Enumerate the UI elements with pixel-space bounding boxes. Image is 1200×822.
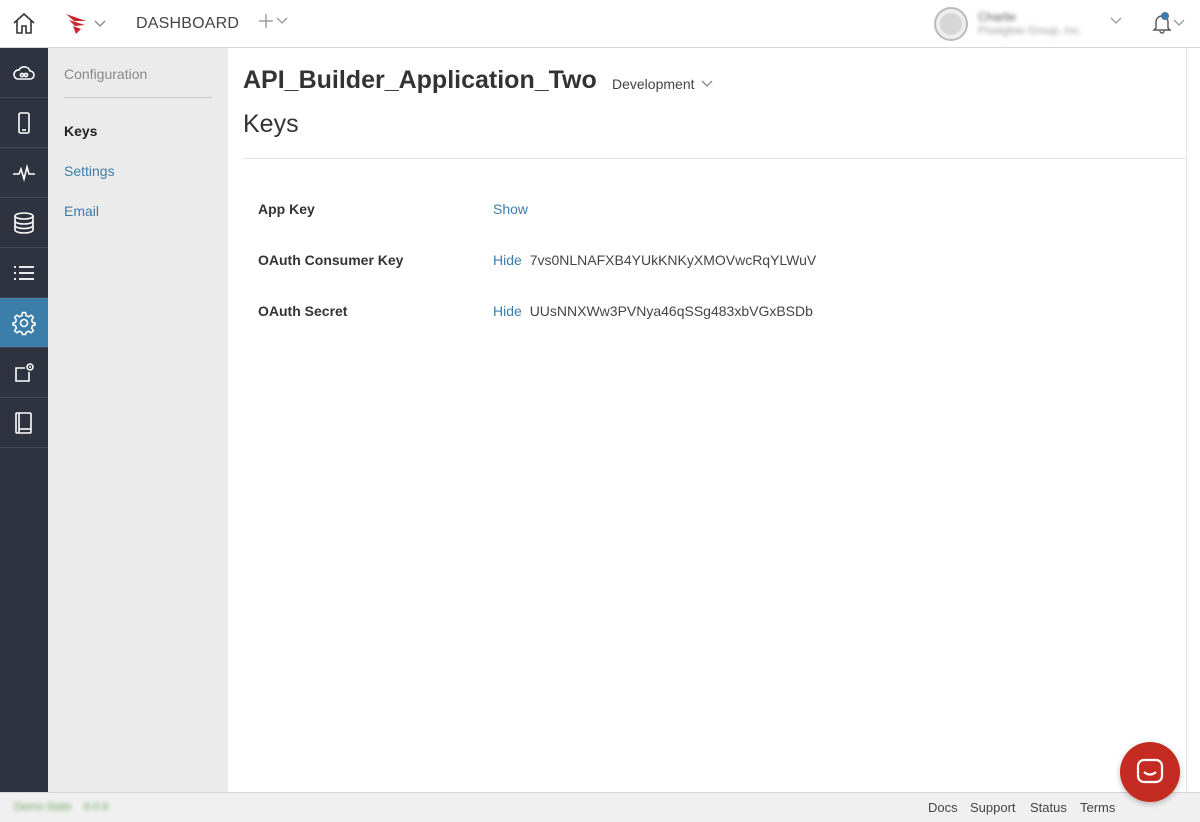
footer-link-support[interactable]: Support (970, 800, 1016, 815)
cloud-icon (13, 65, 35, 80)
key-label: OAuth Secret (258, 303, 348, 319)
brand-logo-icon (66, 14, 86, 34)
user-name: Charlie (978, 10, 1017, 24)
divider (243, 158, 1186, 159)
sidebar-item-keys[interactable]: Keys (64, 123, 97, 139)
user-org: Pixelglow Group, Inc. (978, 25, 1082, 37)
brand-logo-menu[interactable] (64, 12, 106, 36)
gear-icon (12, 311, 36, 335)
rail-database[interactable] (0, 198, 48, 248)
rail-docs[interactable] (0, 398, 48, 448)
rail-settings[interactable] (0, 298, 48, 348)
book-icon (15, 411, 32, 434)
key-label: OAuth Consumer Key (258, 252, 404, 268)
top-bar: DASHBOARD Charlie Pixelglow Group, Inc. (48, 0, 1200, 48)
version-text: 6.0.9 (83, 801, 109, 813)
rail-mobile[interactable] (0, 98, 48, 148)
key-text: 7vs0NLNAFXB4YUkKNKyXMOVwcRqYLWuV (529, 252, 817, 268)
environment-dropdown[interactable]: Development (612, 76, 713, 92)
rail-analytics[interactable] (0, 148, 48, 198)
key-value: Show (493, 201, 532, 217)
avatar (934, 7, 968, 41)
show-key-button[interactable]: Show (493, 201, 528, 217)
sidebar-item-email[interactable]: Email (64, 203, 99, 219)
dashboard-link[interactable]: DASHBOARD (136, 15, 239, 33)
key-label: App Key (258, 201, 315, 217)
user-menu[interactable]: Charlie Pixelglow Group, Inc. (934, 7, 1122, 41)
chevron-down-icon (1173, 19, 1185, 26)
rail-new-window[interactable] (0, 348, 48, 398)
footer-link-docs[interactable]: Docs (928, 800, 958, 815)
icon-rail (0, 0, 48, 822)
footer: Demo Stats 6.0.9 Docs Support Status Ter… (0, 792, 1200, 822)
rail-home[interactable] (0, 0, 48, 48)
rail-list[interactable] (0, 248, 48, 298)
chat-launcher-button[interactable] (1120, 742, 1180, 802)
mobile-icon (18, 111, 30, 134)
database-icon (14, 211, 34, 234)
chevron-down-icon (94, 20, 106, 27)
key-value: Hide UUsNNXWw3PVNya46qSSg483xbVGxBSDb (493, 303, 813, 319)
add-menu-button[interactable] (258, 13, 288, 29)
footer-link-status[interactable]: Status (1030, 800, 1067, 815)
chat-icon (1136, 758, 1164, 784)
divider (64, 97, 212, 98)
plus-icon (259, 14, 273, 28)
environment-label: Development (612, 76, 695, 92)
notifications-button[interactable] (1152, 12, 1185, 34)
footer-status: Demo Stats 6.0.9 (14, 801, 108, 813)
status-text: Demo Stats (14, 801, 72, 813)
chevron-down-icon (1110, 17, 1122, 24)
hide-key-button[interactable]: Hide (493, 252, 522, 268)
key-value: Hide 7vs0NLNAFXB4YUkKNKyXMOVwcRqYLWuV (493, 252, 816, 268)
list-icon (14, 265, 34, 280)
home-icon (13, 12, 35, 34)
sidebar-section-title: Configuration (64, 66, 148, 82)
hide-key-button[interactable]: Hide (493, 303, 522, 319)
rail-cloud[interactable] (0, 48, 48, 98)
page-title: API_Builder_Application_Two (243, 66, 597, 94)
sidebar-item-settings[interactable]: Settings (64, 163, 115, 179)
key-text: UUsNNXWw3PVNya46qSSg483xbVGxBSDb (529, 303, 813, 319)
chevron-down-icon (276, 17, 288, 24)
footer-link-terms[interactable]: Terms (1080, 800, 1115, 815)
config-sidebar: Configuration Keys Settings Email (48, 48, 228, 792)
analytics-pulse-icon (13, 163, 35, 182)
scrollbar-track[interactable] (1186, 48, 1200, 792)
chevron-down-icon (701, 80, 712, 87)
notification-dot (1161, 12, 1169, 20)
section-title: Keys (243, 110, 299, 138)
new-window-icon (15, 362, 34, 382)
